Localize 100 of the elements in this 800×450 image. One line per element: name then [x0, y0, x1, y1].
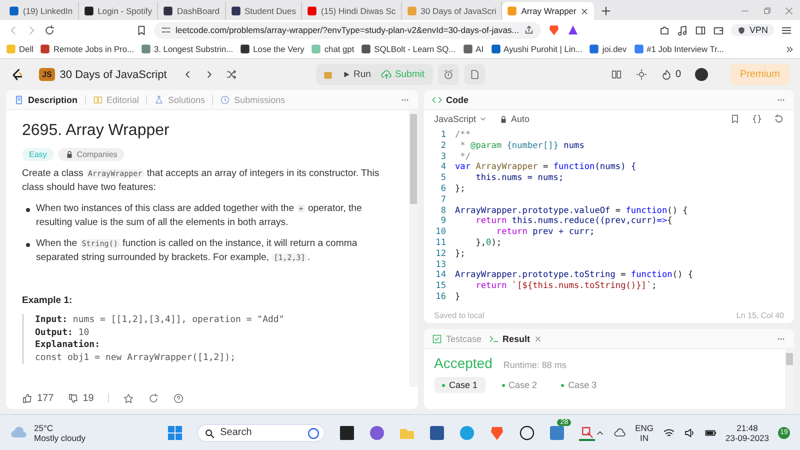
favicon-icon — [240, 44, 250, 54]
favicon-icon — [507, 6, 518, 16]
bookmark-item[interactable]: Remote Jobs in Pro... — [40, 44, 134, 54]
clock[interactable]: 21:48 23-09-2023 — [726, 422, 769, 442]
star-icon[interactable] — [122, 392, 134, 404]
circle-logo-icon[interactable] — [519, 424, 536, 440]
favicon-icon — [589, 44, 600, 54]
code-line: this.nums = nums; — [474, 173, 564, 184]
help-icon[interactable] — [172, 392, 184, 404]
speaker-icon[interactable] — [684, 426, 696, 438]
auto-mode-label[interactable]: Auto — [499, 114, 530, 124]
restore-icon[interactable] — [762, 6, 772, 16]
thumbs-down-icon — [68, 392, 79, 404]
sidebar-icon[interactable] — [695, 24, 706, 36]
bookmark-icon[interactable] — [136, 24, 147, 36]
cloud-icon[interactable] — [614, 426, 626, 438]
close-icon[interactable] — [580, 6, 590, 16]
example-line: Input: nums = [[1,2],[3,4]], operation = "Add" — [35, 314, 286, 326]
terminal-icon — [488, 334, 499, 344]
lock-icon — [64, 150, 74, 159]
case-tab[interactable]: Case 1 — [434, 377, 486, 393]
store-icon[interactable] — [429, 424, 446, 440]
bookmark-item[interactable]: joi.dev — [589, 44, 627, 54]
browser-tab[interactable]: Array Wrapper — [502, 2, 594, 20]
bookmark-item[interactable]: 3. Longest Substrin... — [140, 44, 234, 54]
line-number: 1 — [440, 130, 447, 141]
line-number: 16 — [434, 292, 447, 303]
video-camera-icon[interactable] — [369, 424, 386, 440]
case-tab[interactable]: Case 3 — [553, 377, 605, 393]
panel-tab[interactable]: Result — [488, 334, 542, 344]
case-tab[interactable]: Case 2 — [494, 377, 546, 393]
clock-icon — [220, 94, 230, 104]
panel-tab[interactable]: Description — [14, 94, 78, 104]
notes-button[interactable] — [464, 64, 485, 85]
new-tab-icon[interactable] — [600, 5, 612, 17]
logo-icon[interactable] — [10, 68, 24, 82]
code-line: * @param {number[]} nums — [459, 140, 584, 152]
task-view-icon[interactable] — [339, 424, 356, 440]
lion-shield-icon[interactable] — [548, 24, 560, 36]
language-dropdown[interactable]: JavaScript — [434, 114, 488, 124]
lock-icon — [499, 114, 508, 124]
line-number: 6 — [440, 184, 447, 195]
js-logo: JS — [39, 68, 55, 81]
braces-icon[interactable] — [752, 114, 762, 124]
bookmark-item[interactable]: SQLBolt - Learn SQ... — [361, 44, 456, 54]
menu-icon[interactable] — [781, 24, 792, 36]
like-button[interactable]: 177 — [22, 392, 54, 404]
timer-button[interactable] — [438, 64, 459, 85]
code-line: },0); — [474, 238, 502, 249]
bookmark-icon[interactable] — [730, 114, 740, 124]
bookmark-item[interactable]: AI — [462, 44, 484, 54]
shuffle-icon[interactable] — [226, 69, 237, 80]
line-number: 4 — [440, 162, 447, 174]
weather-widget[interactable]: 25°C Mostly cloudy — [10, 422, 168, 442]
snipping-tool-icon[interactable] — [579, 424, 596, 440]
wallet-icon[interactable] — [713, 24, 724, 36]
result-status: Accepted — [434, 355, 492, 371]
reload-icon[interactable] — [44, 24, 55, 36]
bookmark-item[interactable]: chat gpt — [311, 44, 354, 54]
language-indicator[interactable]: ENG IN — [635, 422, 654, 442]
favicon-icon — [634, 44, 644, 54]
favicon-icon — [9, 6, 19, 16]
site-settings-icon[interactable] — [160, 25, 171, 35]
study-plan-title[interactable]: 30 Days of JavaScript — [60, 68, 167, 80]
monitor-icon[interactable] — [549, 424, 566, 440]
bookmark-item[interactable]: Dell — [6, 44, 34, 54]
avatar[interactable] — [695, 68, 708, 81]
more-bookmarks-icon[interactable] — [785, 44, 794, 54]
settings-icon[interactable] — [636, 69, 648, 80]
play-icon — [342, 70, 350, 79]
triangle-icon[interactable] — [566, 24, 579, 36]
line-number: 10 — [434, 227, 447, 238]
bookmark-item[interactable]: #1 Job Interview Tr... — [634, 44, 724, 54]
music-note-icon[interactable] — [677, 24, 688, 36]
address-field[interactable]: leetcode.com/problems/array-wrapper/?envType=study-plan-v2&envId=30-days-of-javas... — [154, 22, 541, 38]
scrollbar[interactable] — [409, 110, 418, 387]
start-icon[interactable] — [167, 424, 184, 440]
lion-shield-icon[interactable] — [489, 424, 506, 440]
companies-tag[interactable]: Companies — [58, 148, 124, 161]
runtime-text: Runtime: 88 ms — [503, 360, 566, 370]
bookmark-item[interactable]: Ayushi Purohit | Lin... — [490, 44, 582, 54]
panel-tab[interactable]: Code — [432, 94, 468, 104]
favicon-icon — [162, 6, 173, 16]
bookmark-item[interactable]: Lose the Very — [240, 44, 304, 54]
cloud-upload-icon — [380, 69, 392, 80]
layout-icon[interactable] — [611, 69, 622, 80]
vpn-button[interactable]: VPN — [731, 24, 774, 36]
streak-counter[interactable]: 0 — [661, 69, 681, 80]
favicon-icon — [84, 6, 94, 16]
run-button[interactable]: Run — [340, 69, 373, 80]
line-number: 11 — [434, 238, 447, 249]
dislike-button[interactable]: 19 — [68, 392, 94, 404]
line-number: 14 — [434, 270, 447, 282]
line-number: 15 — [434, 281, 447, 292]
wifi-icon[interactable] — [662, 426, 675, 438]
chevron-down-icon — [479, 115, 488, 123]
taskbar-search-field[interactable]: Search — [197, 424, 326, 442]
reset-icon[interactable] — [774, 114, 784, 124]
b-logo-icon — [307, 426, 320, 440]
puzzle-icon[interactable] — [659, 24, 670, 36]
